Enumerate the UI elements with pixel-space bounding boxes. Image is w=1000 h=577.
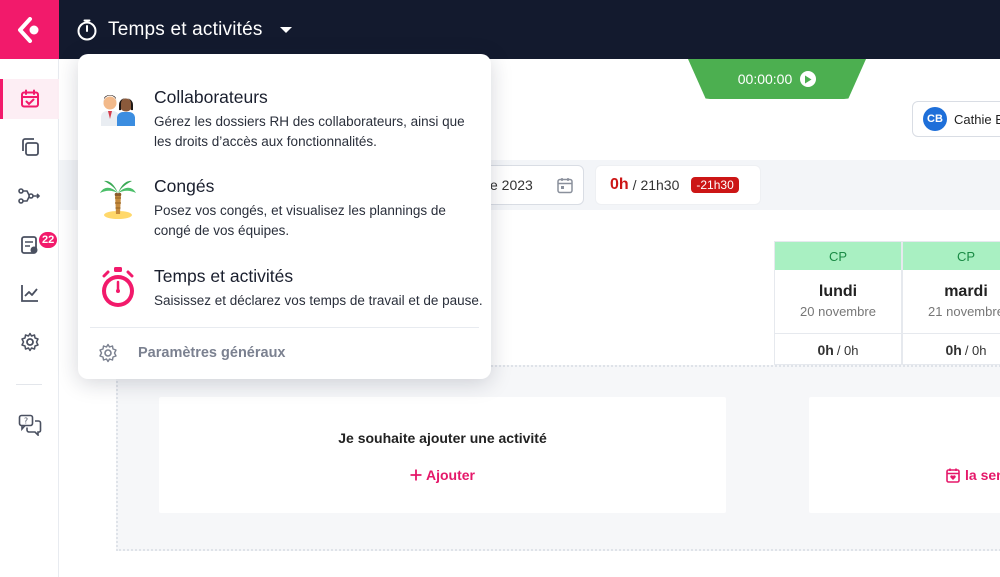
palm-tree-icon <box>96 176 140 220</box>
timer-widget[interactable]: 00:00:00 <box>688 59 866 99</box>
add-activity-card: Je souhaite ajouter une activité Ajouter <box>159 397 726 513</box>
stopwatch-colored-icon <box>96 266 140 310</box>
day-column-tuesday[interactable]: CP mardi 21 novembre 0h / 0h <box>902 241 1000 365</box>
day-hours: 0h / 0h <box>775 333 901 366</box>
sidebar-item-workflow[interactable] <box>0 176 59 216</box>
menu-item-title: Congés <box>154 176 215 196</box>
day-tag: CP <box>903 242 1000 270</box>
day-hours: 0h / 0h <box>903 333 1000 366</box>
team-icon <box>96 87 140 131</box>
menu-item-title: Collaborateurs <box>154 87 268 107</box>
add-activity-label: Ajouter <box>426 467 475 483</box>
day-worked: 0h <box>817 342 834 358</box>
day-column-monday[interactable]: CP lundi 20 novembre 0h / 0h <box>774 241 902 365</box>
stopwatch-icon <box>77 19 97 41</box>
menu-item-description: Gérez les dossiers RH des collaborateurs… <box>154 114 465 149</box>
add-activity-button[interactable]: Ajouter <box>159 467 726 483</box>
module-dropdown-menu: Collaborateurs Gérez les dossiers RH des… <box>78 54 491 379</box>
week-action-button[interactable]: la sem <box>946 467 1000 483</box>
week-activity-card: la sem <box>809 397 1000 513</box>
day-planned: / 0h <box>836 342 859 358</box>
support-chat-icon: ? <box>18 414 41 436</box>
sidebar-item-settings[interactable] <box>0 322 59 362</box>
menu-item-parametres[interactable]: Paramètres généraux <box>98 342 286 364</box>
day-planned: / 0h <box>964 342 987 358</box>
user-menu[interactable]: CB Cathie B <box>912 101 1000 137</box>
menu-item-collaborateurs[interactable]: Collaborateurs Gérez les dossiers RH des… <box>78 87 491 167</box>
calendar-heart-icon <box>946 468 960 483</box>
menu-item-conges[interactable]: Congés Posez vos congés, et visualisez l… <box>78 176 491 256</box>
module-title: Temps et activités <box>108 19 263 40</box>
logo-icon <box>17 16 38 43</box>
chart-line-icon <box>20 285 38 302</box>
sidebar-item-support[interactable]: ? <box>0 405 59 445</box>
worked-hours: 0h <box>610 176 629 193</box>
planned-hours: / 21h30 <box>632 177 680 193</box>
user-name: Cathie B <box>954 111 1000 127</box>
day-name: mardi <box>944 283 988 300</box>
gear-icon <box>99 343 117 363</box>
day-tag: CP <box>775 242 901 270</box>
sidebar-item-analytics[interactable] <box>0 273 59 313</box>
menu-item-title: Temps et activités <box>154 266 294 286</box>
week-action-label: la sem <box>965 467 1000 483</box>
caret-down-icon <box>279 27 292 33</box>
gear-icon <box>20 332 39 352</box>
day-worked: 0h <box>945 342 962 358</box>
module-switcher[interactable]: Temps et activités <box>76 17 293 43</box>
notification-badge: 22 <box>38 231 59 249</box>
menu-divider <box>90 327 479 328</box>
avatar: CB <box>923 107 947 131</box>
hours-difference-badge: -21h30 <box>691 177 739 193</box>
sidebar-item-requests[interactable]: 22 <box>0 225 59 265</box>
list-check-icon <box>20 236 37 254</box>
settings-label: Paramètres généraux <box>138 345 286 361</box>
day-date: 20 novembre <box>800 304 876 319</box>
play-icon[interactable] <box>800 71 817 87</box>
sidebar-item-documents[interactable] <box>0 127 59 167</box>
menu-item-temps-activites[interactable]: Temps et activités Saisissez et déclarez… <box>78 266 491 346</box>
sidebar-item-time[interactable] <box>0 79 59 119</box>
plus-icon <box>410 469 422 481</box>
menu-item-description: Saisissez et déclarez vos temps de trava… <box>154 293 483 308</box>
add-activity-prompt: Je souhaite ajouter une activité <box>338 430 547 446</box>
sidebar: 22 ? <box>0 59 59 577</box>
svg-text:?: ? <box>23 417 27 426</box>
top-bar: Temps et activités <box>0 0 1000 59</box>
copy-icon <box>21 138 39 156</box>
timer-value: 00:00:00 <box>737 71 793 87</box>
day-date: 21 novembre <box>928 304 1000 319</box>
workflow-icon <box>17 188 40 204</box>
app-logo[interactable] <box>0 0 59 59</box>
calendar-icon <box>557 178 573 194</box>
day-name: lundi <box>818 283 858 300</box>
sidebar-divider <box>16 384 42 385</box>
date-value: e 2023 <box>490 177 533 193</box>
hours-summary: 0h / 21h30 -21h30 <box>595 165 761 205</box>
menu-item-description: Posez vos congés, et visualisez les plan… <box>154 203 446 238</box>
calendar-check-icon <box>20 89 39 108</box>
